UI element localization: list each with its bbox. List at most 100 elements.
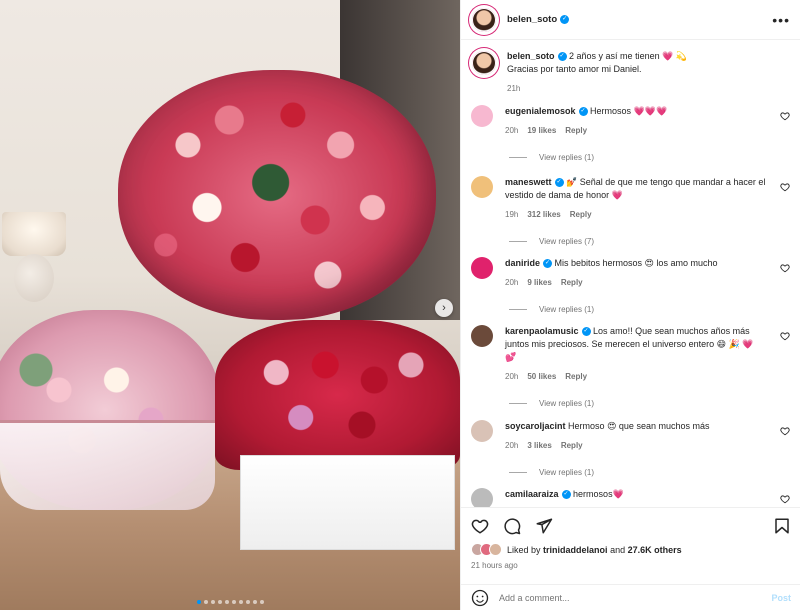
- comment-time: 20h: [505, 126, 519, 135]
- view-replies-label: View replies (1): [539, 153, 594, 162]
- comment-icon[interactable]: [503, 517, 521, 535]
- commenter-avatar[interactable]: [471, 257, 493, 279]
- add-comment-input[interactable]: [499, 592, 772, 603]
- carousel-dot[interactable]: [252, 600, 257, 604]
- view-replies-button[interactable]: View replies (1): [509, 153, 796, 162]
- comment-item: maneswett ✓ 💅 Señal de que me tengo que m…: [471, 176, 796, 246]
- add-comment-bar: Post: [461, 584, 800, 610]
- carousel-dot[interactable]: [259, 600, 264, 604]
- author-avatar[interactable]: [471, 7, 497, 33]
- comment-likes[interactable]: 50 likes: [527, 372, 556, 381]
- instagram-post-modal: › belen_soto ✓ ••• belen_soto ✓ 2 años y a…: [0, 0, 800, 610]
- caption-text-line2: Gracias por tanto amor mi Daniel.: [507, 64, 642, 74]
- comment-like-heart-icon[interactable]: [780, 426, 790, 438]
- carousel-next-button[interactable]: ›: [435, 299, 453, 317]
- comment-like-heart-icon[interactable]: [780, 182, 790, 194]
- comment-text: hermosos💗: [570, 489, 624, 499]
- post-side-panel: belen_soto ✓ ••• belen_soto ✓ 2 años y así…: [460, 0, 800, 610]
- comment-time: 20h: [505, 372, 519, 381]
- comment-like-heart-icon[interactable]: [780, 494, 790, 506]
- carousel-dot[interactable]: [224, 600, 229, 604]
- view-replies-label: View replies (1): [539, 305, 594, 314]
- commenter-username[interactable]: soycaroljacint: [505, 421, 566, 431]
- carousel-dot[interactable]: [203, 600, 208, 604]
- verified-icon: ✓: [561, 490, 571, 500]
- comment-item: eugenialemosok ✓ Hermosos 💗💗💗 20h 19 likes R…: [471, 105, 796, 162]
- liked-by-prefix: Liked by: [507, 544, 541, 555]
- liked-by-user[interactable]: trinidaddelanoi: [543, 545, 608, 555]
- commenter-avatar[interactable]: [471, 325, 493, 347]
- carousel-dot[interactable]: [238, 600, 243, 604]
- post-comment-button[interactable]: Post: [771, 593, 791, 603]
- view-replies-label: View replies (1): [539, 399, 594, 408]
- share-icon[interactable]: [535, 517, 553, 535]
- post-photo: ›: [0, 0, 460, 610]
- caption-author-avatar[interactable]: [471, 50, 497, 76]
- comment-time: 19h: [505, 210, 519, 219]
- commenter-username[interactable]: camilaaraiza: [505, 489, 559, 499]
- replies-divider: [509, 157, 527, 158]
- comment-likes[interactable]: 3 likes: [527, 441, 551, 450]
- view-replies-label: View replies (1): [539, 468, 594, 477]
- commenter-username[interactable]: maneswett: [505, 177, 552, 187]
- comment-reply-button[interactable]: Reply: [565, 372, 587, 381]
- carousel-dot[interactable]: [196, 600, 201, 604]
- bookmark-icon[interactable]: [773, 517, 791, 535]
- emoji-icon[interactable]: [471, 589, 489, 607]
- post-time-ago: 21 hours ago: [471, 561, 518, 570]
- commenter-username[interactable]: daniride: [505, 258, 540, 268]
- comment-likes[interactable]: 19 likes: [527, 126, 556, 135]
- verified-icon: ✓: [554, 178, 564, 188]
- comment-item: daniride ✓ Mis bebitos hermosos 😍 los amo…: [471, 257, 796, 314]
- liker-avatars: [471, 543, 502, 556]
- comment-reply-button[interactable]: Reply: [570, 210, 592, 219]
- replies-divider: [509, 403, 527, 404]
- comment-text: Hermosos 💗💗💗: [587, 106, 668, 116]
- comment-item: karenpaolamusic ✓ Los amo!! Que sean much…: [471, 325, 796, 408]
- comment-time: 20h: [505, 441, 519, 450]
- view-replies-button[interactable]: View replies (1): [509, 468, 796, 477]
- view-replies-label: View replies (7): [539, 237, 594, 246]
- chevron-right-icon: ›: [442, 302, 446, 314]
- comment-likes[interactable]: 9 likes: [527, 278, 551, 287]
- like-heart-icon[interactable]: [471, 517, 489, 535]
- comment-like-heart-icon[interactable]: [780, 111, 790, 123]
- commenter-avatar[interactable]: [471, 488, 493, 507]
- replies-divider: [509, 241, 527, 242]
- comments-list[interactable]: belen_soto ✓ 2 años y así me tienen 💗 💫 G…: [461, 40, 800, 507]
- carousel-dot[interactable]: [231, 600, 236, 604]
- view-replies-button[interactable]: View replies (7): [509, 237, 796, 246]
- comment-reply-button[interactable]: Reply: [561, 278, 583, 287]
- carousel-dots: [0, 600, 460, 604]
- more-options-icon[interactable]: •••: [772, 12, 790, 28]
- view-replies-button[interactable]: View replies (1): [509, 399, 796, 408]
- commenter-avatar[interactable]: [471, 420, 493, 442]
- carousel-dot[interactable]: [210, 600, 215, 604]
- commenter-avatar[interactable]: [471, 176, 493, 198]
- caption-time: 21h: [507, 84, 521, 93]
- verified-icon: ✓: [543, 259, 553, 269]
- comment-item: soycaroljacint Hermoso 😍 que sean muchos…: [471, 420, 796, 477]
- carousel-dot[interactable]: [217, 600, 222, 604]
- commenter-avatar[interactable]: [471, 105, 493, 127]
- verified-icon: ✓: [560, 14, 570, 24]
- comment-reply-button[interactable]: Reply: [565, 126, 587, 135]
- photo-box-flowers: [215, 320, 460, 470]
- photo-lamp: [2, 212, 66, 256]
- comment-like-heart-icon[interactable]: [780, 331, 790, 343]
- comment-text: Hermoso 😍 que sean muchos más: [565, 421, 710, 431]
- comment-likes[interactable]: 312 likes: [527, 210, 560, 219]
- liked-by-suffix: and: [610, 544, 626, 555]
- caption-author[interactable]: belen_soto: [507, 51, 555, 61]
- likes-others[interactable]: 27.6K others: [628, 545, 682, 555]
- comment-reply-button[interactable]: Reply: [561, 441, 583, 450]
- comment-like-heart-icon[interactable]: [780, 263, 790, 275]
- verified-icon: ✓: [557, 52, 567, 62]
- author-username[interactable]: belen_soto ✓: [507, 14, 570, 25]
- view-replies-button[interactable]: View replies (1): [509, 305, 796, 314]
- photo-flower-arrangement: [118, 70, 436, 320]
- commenter-username[interactable]: eugenialemosok: [505, 106, 576, 116]
- carousel-dot[interactable]: [245, 600, 250, 604]
- comment-item: camilaaraiza ✓ hermosos💗: [471, 488, 796, 507]
- commenter-username[interactable]: karenpaolamusic: [505, 326, 579, 336]
